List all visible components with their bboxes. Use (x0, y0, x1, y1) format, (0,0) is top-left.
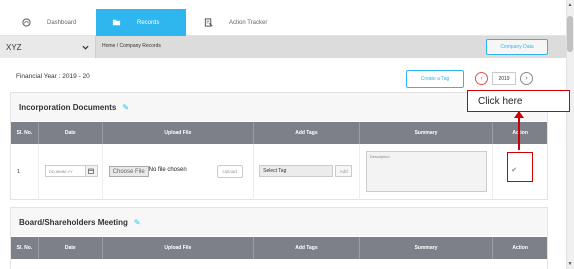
summary-textarea[interactable]: Description (365, 151, 487, 192)
tab-dashboard[interactable]: Dashboard (0, 9, 96, 36)
top-nav: Dashboard Records Action Tracker (0, 0, 566, 36)
table-header: Sl. No. Date Upload File Add Tags Summar… (11, 237, 547, 259)
section-header: Board/Shareholders Meeting ✎ (11, 208, 547, 236)
edit-pencil-icon[interactable]: ✎ (134, 218, 141, 227)
sl-cell: 1 (11, 144, 39, 200)
calendar-icon[interactable] (85, 165, 98, 177)
click-target-highlight (507, 152, 533, 182)
section-title: Board/Shareholders Meeting (19, 217, 128, 227)
column-header: Summary (360, 122, 494, 144)
dashboard-icon (22, 18, 31, 27)
section-title: Incorporation Documents (19, 102, 117, 112)
year-display: 2019 (492, 72, 516, 85)
breadcrumb[interactable]: Home / Company Records (102, 43, 161, 49)
chevron-down-icon (82, 43, 89, 52)
previous-year-icon[interactable]: ‹ (475, 72, 488, 85)
company-data-button[interactable]: Company Data (486, 39, 548, 55)
summary-cell: Description (360, 144, 494, 200)
create-tag-button[interactable]: Create a Tag (406, 70, 464, 88)
tab-action-tracker[interactable]: Action Tracker (186, 9, 278, 36)
file-status: No file chosen (148, 167, 187, 173)
board-shareholders-meeting-panel: Board/Shareholders Meeting ✎ Sl. No. Dat… (10, 207, 548, 269)
financial-year-label: Financial Year : 2019 - 20 (16, 73, 90, 80)
edit-pencil-icon[interactable]: ✎ (122, 103, 129, 112)
vertical-scrollbar[interactable]: ▲ ▼ (566, 0, 574, 269)
folder-icon (112, 18, 121, 27)
column-header: Date (39, 237, 103, 259)
sub-bar: XYZ Home / Company Records Company Data (0, 36, 566, 58)
table-row: 1 DD-MMM-YY Choose File No file chosen U… (11, 144, 547, 200)
click-here-callout: Click here (467, 90, 570, 112)
next-year-icon[interactable]: › (520, 72, 533, 85)
column-header: Add Tags (254, 122, 360, 144)
sl-number: 1 (17, 169, 21, 175)
column-header: Summary (360, 237, 494, 259)
choose-file-button[interactable]: Choose File (108, 166, 149, 177)
upload-button[interactable]: Upload (216, 165, 243, 178)
column-header: Action (512, 245, 528, 251)
callout-arrow (518, 112, 520, 150)
tab-records[interactable]: Records (96, 9, 186, 36)
column-header: Action (512, 130, 528, 136)
scroll-thumb[interactable] (567, 16, 573, 52)
table-header: Sl. No. Date Upload File Add Tags Summar… (11, 122, 547, 144)
date-cell: DD-MMM-YY (39, 144, 103, 200)
tag-select[interactable]: Select Tag (259, 165, 334, 177)
column-header: Sl. No. (11, 237, 39, 259)
add-tag-button[interactable]: Add (335, 165, 353, 177)
upload-cell: Choose File No file chosen Upload (103, 144, 255, 200)
scroll-up-arrow-icon[interactable]: ▲ (567, 2, 573, 8)
company-select-value: XYZ (6, 42, 22, 52)
tracker-icon (204, 18, 213, 27)
tab-action-tracker-label: Action Tracker (229, 19, 268, 26)
column-header: Upload File (103, 237, 255, 259)
column-header: Add Tags (254, 237, 360, 259)
column-header: Sl. No. (11, 122, 39, 144)
tab-dashboard-label: Dashboard (47, 19, 77, 26)
tags-cell: Select Tag Add (254, 144, 360, 200)
date-input[interactable]: DD-MMM-YY (44, 165, 86, 177)
tab-records-label: Records (137, 19, 160, 26)
column-header: Upload File (103, 122, 255, 144)
scroll-down-arrow-icon[interactable]: ▼ (567, 261, 573, 267)
company-select[interactable]: XYZ (0, 36, 96, 58)
column-header: Date (39, 122, 103, 144)
